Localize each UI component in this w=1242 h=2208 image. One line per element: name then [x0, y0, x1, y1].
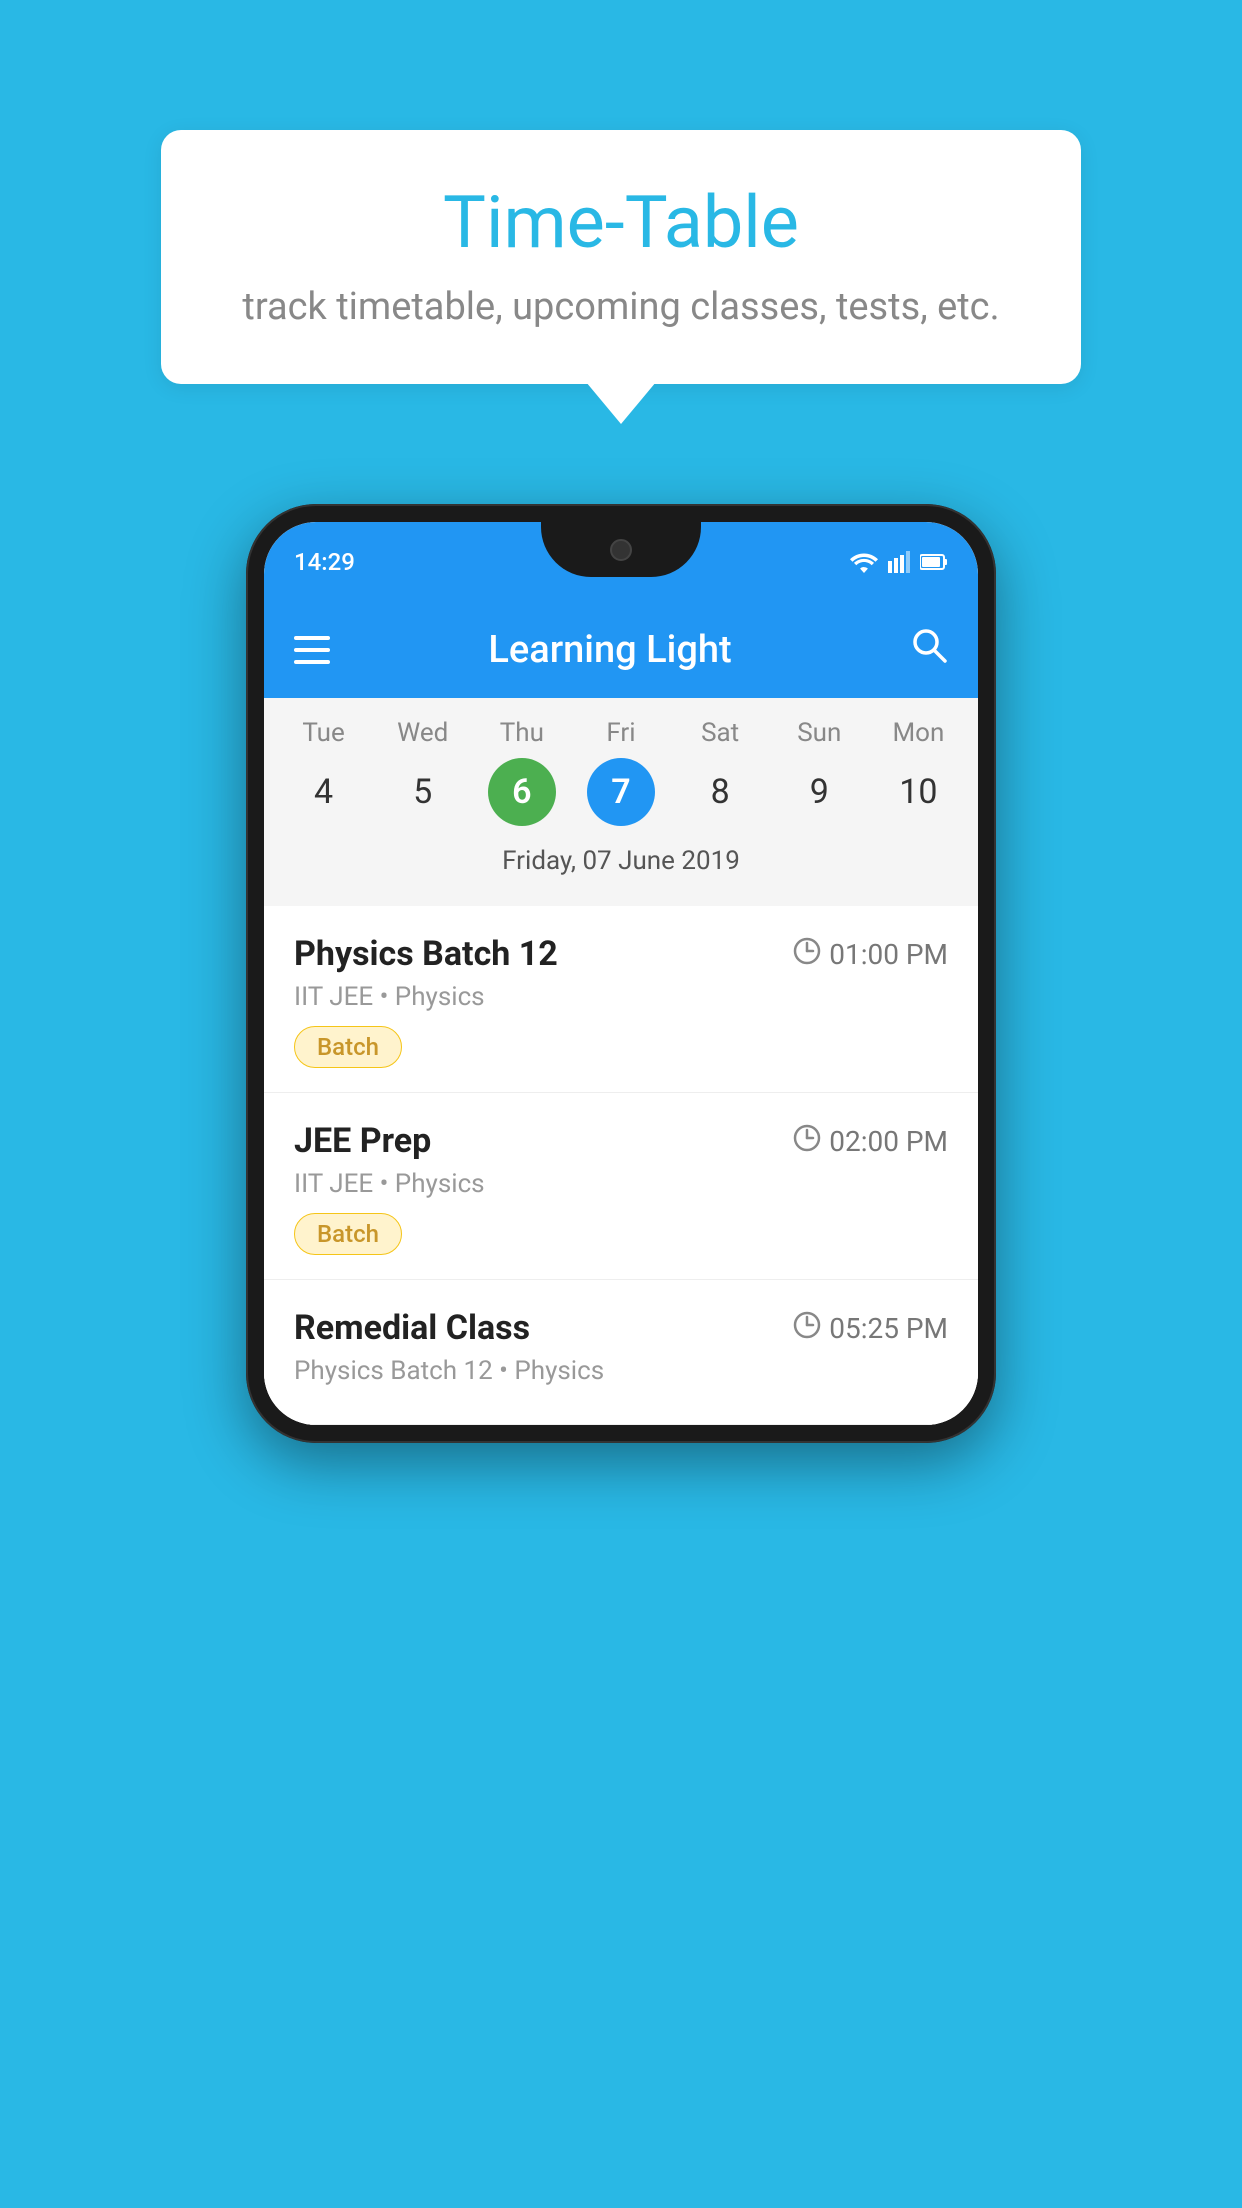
- schedule-list: Physics Batch 12 01:00 PM IIT JEE • Physi…: [264, 906, 978, 1425]
- batch-badge: Batch: [294, 1213, 402, 1255]
- app-bar: Learning Light: [264, 602, 978, 698]
- day-name: Fri: [606, 718, 635, 748]
- status-time: 14:29: [294, 548, 355, 576]
- day-name: Thu: [500, 718, 544, 748]
- schedule-meta: IIT JEE • Physics: [294, 982, 948, 1012]
- day-name: Sun: [797, 718, 841, 748]
- camera: [610, 539, 632, 561]
- page-title: Time-Table: [221, 180, 1021, 265]
- schedule-meta: Physics Batch 12 • Physics: [294, 1356, 948, 1386]
- day-name: Wed: [397, 718, 448, 748]
- calendar-strip: Tue 4 Wed 5 Thu 6 Fri 7 Sat 8 Sun 9 Mon 10 Friday, 07…: [264, 698, 978, 906]
- schedule-meta: IIT JEE • Physics: [294, 1169, 948, 1199]
- schedule-item[interactable]: Remedial Class 05:25 PM Physics Batch 12 …: [264, 1280, 978, 1425]
- day-number[interactable]: 6: [488, 758, 556, 826]
- day-name: Sat: [701, 718, 739, 748]
- schedule-item[interactable]: JEE Prep 02:00 PM IIT JEE • Physics Batch: [264, 1093, 978, 1280]
- schedule-title: JEE Prep: [294, 1121, 431, 1161]
- clock-icon: [793, 1124, 821, 1159]
- days-row: Tue 4 Wed 5 Thu 6 Fri 7 Sat 8 Sun 9 Mon 10: [274, 718, 968, 826]
- batch-badge: Batch: [294, 1026, 402, 1068]
- day-name: Mon: [892, 718, 944, 748]
- search-icon[interactable]: [910, 626, 948, 674]
- day-number[interactable]: 10: [884, 758, 952, 826]
- schedule-time: 02:00 PM: [793, 1124, 948, 1159]
- status-icons: [850, 551, 948, 573]
- phone-frame: 14:29: [246, 504, 996, 1443]
- schedule-title: Physics Batch 12: [294, 934, 558, 974]
- day-col[interactable]: Wed 5: [378, 718, 468, 826]
- notch: [541, 522, 701, 577]
- day-number[interactable]: 9: [785, 758, 853, 826]
- schedule-title: Remedial Class: [294, 1308, 530, 1348]
- wifi-icon: [850, 551, 878, 573]
- day-name: Tue: [302, 718, 344, 748]
- day-col[interactable]: Fri 7: [576, 718, 666, 826]
- speech-bubble: Time-Table track timetable, upcoming cla…: [161, 130, 1081, 384]
- schedule-item-header: Physics Batch 12 01:00 PM: [294, 934, 948, 974]
- day-col[interactable]: Sat 8: [675, 718, 765, 826]
- status-bar: 14:29: [264, 522, 978, 602]
- schedule-item-header: Remedial Class 05:25 PM: [294, 1308, 948, 1348]
- day-number[interactable]: 5: [389, 758, 457, 826]
- schedule-time: 01:00 PM: [793, 937, 948, 972]
- signal-icon: [888, 551, 910, 573]
- phone-mockup: 14:29: [246, 504, 996, 1443]
- app-title: Learning Light: [360, 628, 860, 672]
- schedule-time: 05:25 PM: [793, 1311, 948, 1346]
- hamburger-icon[interactable]: [294, 636, 330, 664]
- day-col[interactable]: Mon 10: [873, 718, 963, 826]
- clock-icon: [793, 1311, 821, 1346]
- day-col[interactable]: Thu 6: [477, 718, 567, 826]
- selected-date-label: Friday, 07 June 2019: [274, 836, 968, 891]
- schedule-item-header: JEE Prep 02:00 PM: [294, 1121, 948, 1161]
- battery-icon: [920, 553, 948, 571]
- clock-icon: [793, 937, 821, 972]
- schedule-item[interactable]: Physics Batch 12 01:00 PM IIT JEE • Physi…: [264, 906, 978, 1093]
- phone-screen: 14:29: [264, 522, 978, 1425]
- page-subtitle: track timetable, upcoming classes, tests…: [221, 285, 1021, 329]
- day-number[interactable]: 7: [587, 758, 655, 826]
- day-number[interactable]: 8: [686, 758, 754, 826]
- day-col[interactable]: Tue 4: [279, 718, 369, 826]
- day-col[interactable]: Sun 9: [774, 718, 864, 826]
- day-number[interactable]: 4: [290, 758, 358, 826]
